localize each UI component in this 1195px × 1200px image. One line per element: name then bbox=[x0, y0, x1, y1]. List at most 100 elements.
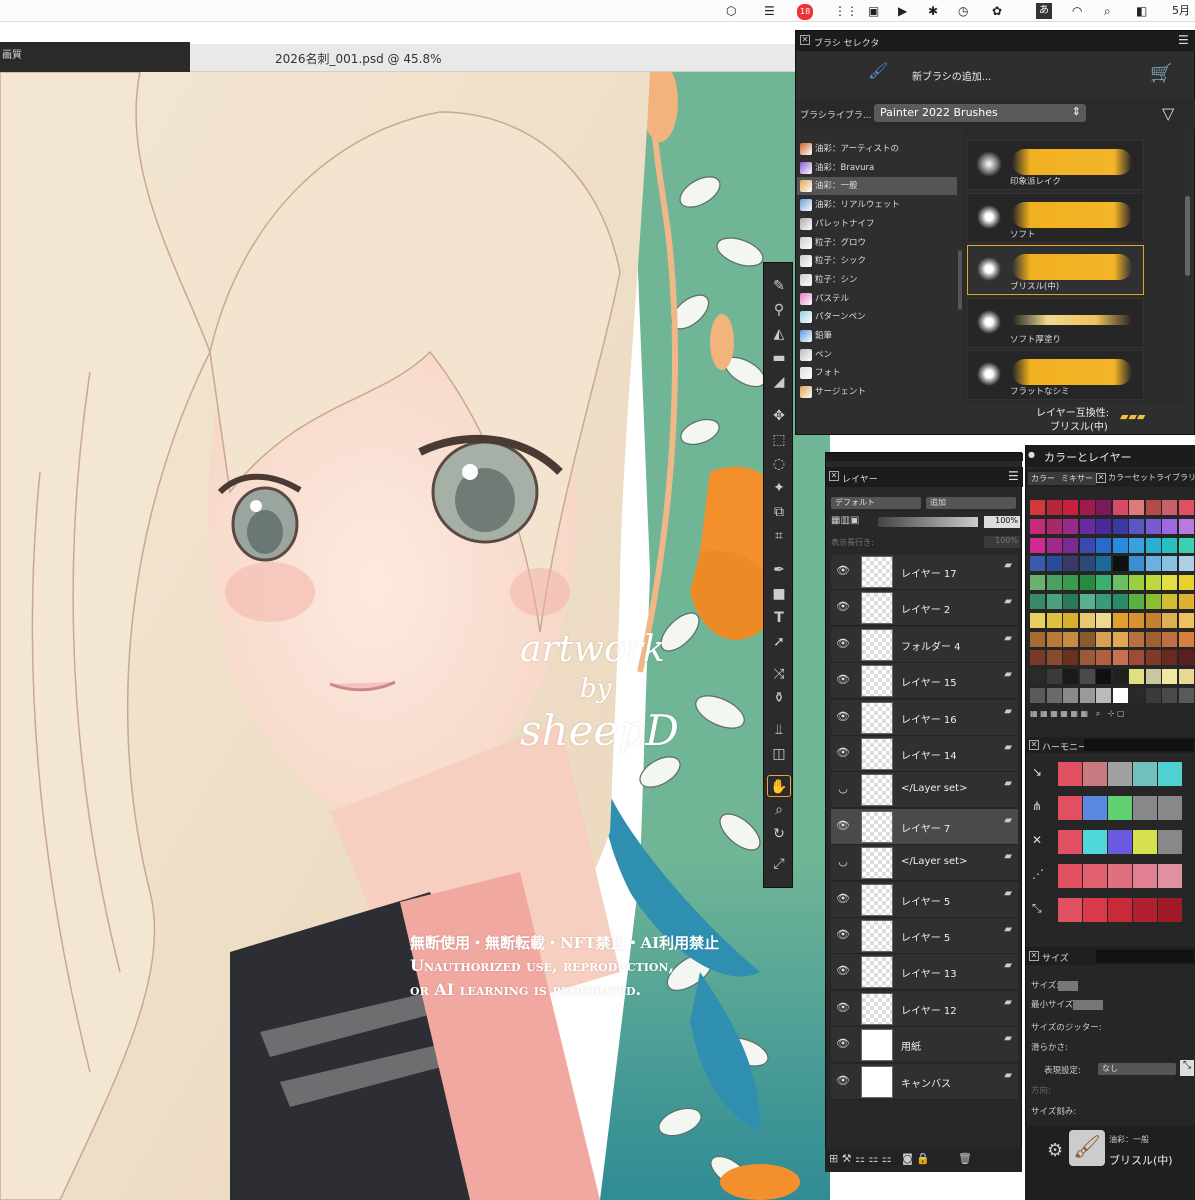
brush-variant-item[interactable]: フラットなシミ bbox=[967, 350, 1144, 400]
color-swatch[interactable] bbox=[1178, 669, 1194, 685]
perspective-tool-icon[interactable]: ◫ bbox=[767, 743, 791, 765]
bluetooth-icon[interactable]: ✱ bbox=[928, 3, 938, 19]
color-swatch[interactable] bbox=[1079, 518, 1095, 534]
move-tool-icon[interactable]: ✥ bbox=[767, 405, 791, 427]
color-swatch[interactable] bbox=[1162, 669, 1177, 685]
paw-icon[interactable]: ✿ bbox=[992, 3, 1002, 19]
rect-select-icon[interactable]: ⬚ bbox=[767, 429, 791, 451]
size-property[interactable]: サイズ: bbox=[1028, 978, 1183, 994]
visibility-eye-icon[interactable]: 👁 bbox=[835, 1001, 851, 1017]
panel-menu-icon[interactable]: ☰ bbox=[1178, 33, 1189, 47]
brush-category-item[interactable]: 油彩：Bravura bbox=[797, 159, 957, 177]
color-swatch[interactable] bbox=[1096, 650, 1111, 666]
tab-color[interactable]: カラー bbox=[1028, 472, 1058, 485]
collapse-icon[interactable]: ● bbox=[1028, 450, 1035, 459]
color-swatch[interactable] bbox=[1162, 556, 1177, 572]
visibility-eye-icon[interactable]: 👁 bbox=[835, 1037, 851, 1053]
swatch-tools[interactable]: ▦ ▦ ▦ ▦ ▦ ▦ ⌕ ⊹ ▢ bbox=[1026, 709, 1195, 721]
close-icon[interactable]: ✕ bbox=[800, 35, 813, 45]
harmony-swatch[interactable] bbox=[1133, 898, 1157, 922]
visibility-eye-icon[interactable]: 👁 bbox=[835, 564, 851, 580]
color-swatch[interactable] bbox=[1129, 500, 1144, 515]
layer-row[interactable]: ◡ </Layer set> ▰ bbox=[831, 845, 1018, 882]
color-swatch[interactable] bbox=[1112, 556, 1128, 572]
mirror-tool-icon[interactable]: ⫫ bbox=[767, 719, 791, 741]
harmony-row[interactable]: ⤡ bbox=[1030, 896, 1190, 924]
visibility-eye-icon[interactable]: 👁 bbox=[835, 1074, 851, 1090]
visibility-eye-icon[interactable]: 👁 bbox=[835, 819, 851, 835]
color-swatch[interactable] bbox=[1129, 594, 1144, 609]
color-swatch[interactable] bbox=[1112, 688, 1128, 703]
variant-scrollbar[interactable] bbox=[1185, 196, 1190, 276]
color-swatch[interactable] bbox=[1178, 575, 1194, 591]
color-swatch[interactable] bbox=[1112, 518, 1128, 534]
visibility-eye-icon[interactable]: 👁 bbox=[835, 928, 851, 944]
opacity-value[interactable]: 100% bbox=[984, 516, 1020, 528]
category-scrollbar[interactable] bbox=[958, 250, 962, 310]
brush-category-item[interactable]: 油彩：一般 bbox=[797, 177, 957, 195]
filter-icon[interactable]: ▽ bbox=[1162, 104, 1174, 123]
color-swatch[interactable] bbox=[1145, 556, 1161, 572]
harmony-swatch[interactable] bbox=[1058, 796, 1082, 820]
color-swatch[interactable] bbox=[1030, 537, 1045, 553]
layer-row[interactable]: 👁 レイヤー 16 ▰ bbox=[831, 699, 1018, 736]
layer-row[interactable]: 👁 用紙 ▰ bbox=[831, 1027, 1018, 1064]
dropper-tool-icon[interactable]: ⚲ bbox=[767, 299, 791, 321]
color-swatch[interactable] bbox=[1079, 669, 1095, 685]
play-icon[interactable]: ▶ bbox=[898, 3, 907, 19]
color-swatch[interactable] bbox=[1096, 612, 1111, 628]
harmony-rule-icon[interactable]: ⤡ bbox=[1032, 901, 1042, 916]
color-swatch[interactable] bbox=[1063, 631, 1078, 647]
crop-tool-icon[interactable]: ⌗ bbox=[767, 525, 791, 547]
color-swatch[interactable] bbox=[1096, 556, 1111, 572]
close-icon[interactable]: ✕ bbox=[829, 471, 842, 481]
search-icon[interactable]: ⌕ bbox=[1104, 3, 1111, 19]
color-swatch[interactable] bbox=[1063, 518, 1078, 534]
layer-row[interactable]: 👁 レイヤー 7 ▰ bbox=[831, 808, 1018, 845]
tab-color-set-library[interactable]: カラーセットライブラリ bbox=[1108, 472, 1195, 483]
tab-mixer[interactable]: ミキサー bbox=[1058, 472, 1096, 485]
visibility-eye-icon[interactable]: 👁 bbox=[835, 964, 851, 980]
add-brush-icon[interactable]: 🖌 bbox=[868, 61, 888, 80]
color-swatch[interactable] bbox=[1046, 612, 1062, 628]
creative-cloud-icon[interactable]: ⬡ bbox=[726, 3, 736, 19]
brush-category-item[interactable]: サージェント bbox=[797, 383, 957, 401]
harmony-swatch[interactable] bbox=[1133, 796, 1157, 820]
visibility-eye-icon[interactable]: 👁 bbox=[835, 600, 851, 616]
menu-list-icon[interactable]: ☰ bbox=[764, 3, 775, 19]
artwork-canvas[interactable] bbox=[0, 72, 830, 1200]
harmony-swatch[interactable] bbox=[1083, 830, 1107, 854]
cart-icon[interactable]: 🛒 bbox=[1150, 63, 1172, 84]
harmony-row[interactable]: ⋰ bbox=[1030, 862, 1190, 890]
harmony-swatch[interactable] bbox=[1058, 864, 1082, 888]
color-swatch[interactable] bbox=[1096, 518, 1111, 534]
color-swatch[interactable] bbox=[1145, 594, 1161, 609]
visibility-eye-icon[interactable]: 👁 bbox=[835, 746, 851, 762]
color-swatch[interactable] bbox=[1129, 556, 1144, 572]
layer-row[interactable]: 👁 レイヤー 5 ▰ bbox=[831, 918, 1018, 954]
color-swatch[interactable] bbox=[1129, 518, 1144, 534]
harmony-swatch[interactable] bbox=[1108, 762, 1132, 786]
color-swatch[interactable] bbox=[1046, 650, 1062, 666]
layer-row[interactable]: 👁 レイヤー 17 ▰ bbox=[831, 554, 1018, 590]
selection-arrow-icon[interactable]: ➚ bbox=[767, 631, 791, 653]
color-swatch[interactable] bbox=[1063, 556, 1078, 572]
color-swatch[interactable] bbox=[1096, 688, 1111, 703]
color-swatch[interactable] bbox=[1030, 631, 1045, 647]
color-swatch[interactable] bbox=[1129, 537, 1144, 553]
visibility-eye-icon[interactable]: 👁 bbox=[835, 673, 851, 689]
harmony-rule-icon[interactable]: ⋰ bbox=[1032, 867, 1044, 881]
expression-select[interactable]: なし bbox=[1098, 1063, 1176, 1075]
clone-tool-icon[interactable]: ⤨ bbox=[767, 663, 791, 685]
color-swatch[interactable] bbox=[1079, 575, 1095, 591]
color-swatch[interactable] bbox=[1162, 631, 1177, 647]
harmony-swatch[interactable] bbox=[1083, 762, 1107, 786]
color-swatch[interactable] bbox=[1112, 612, 1128, 628]
color-swatch[interactable] bbox=[1030, 650, 1045, 666]
color-swatch[interactable] bbox=[1096, 594, 1111, 609]
brush-category-item[interactable]: 鉛筆 bbox=[797, 327, 957, 345]
layers-grip[interactable] bbox=[826, 453, 1023, 461]
color-swatch[interactable] bbox=[1079, 631, 1095, 647]
brush-category-item[interactable]: 油彩：リアルウェット bbox=[797, 196, 957, 214]
harmony-swatch[interactable] bbox=[1158, 830, 1182, 854]
